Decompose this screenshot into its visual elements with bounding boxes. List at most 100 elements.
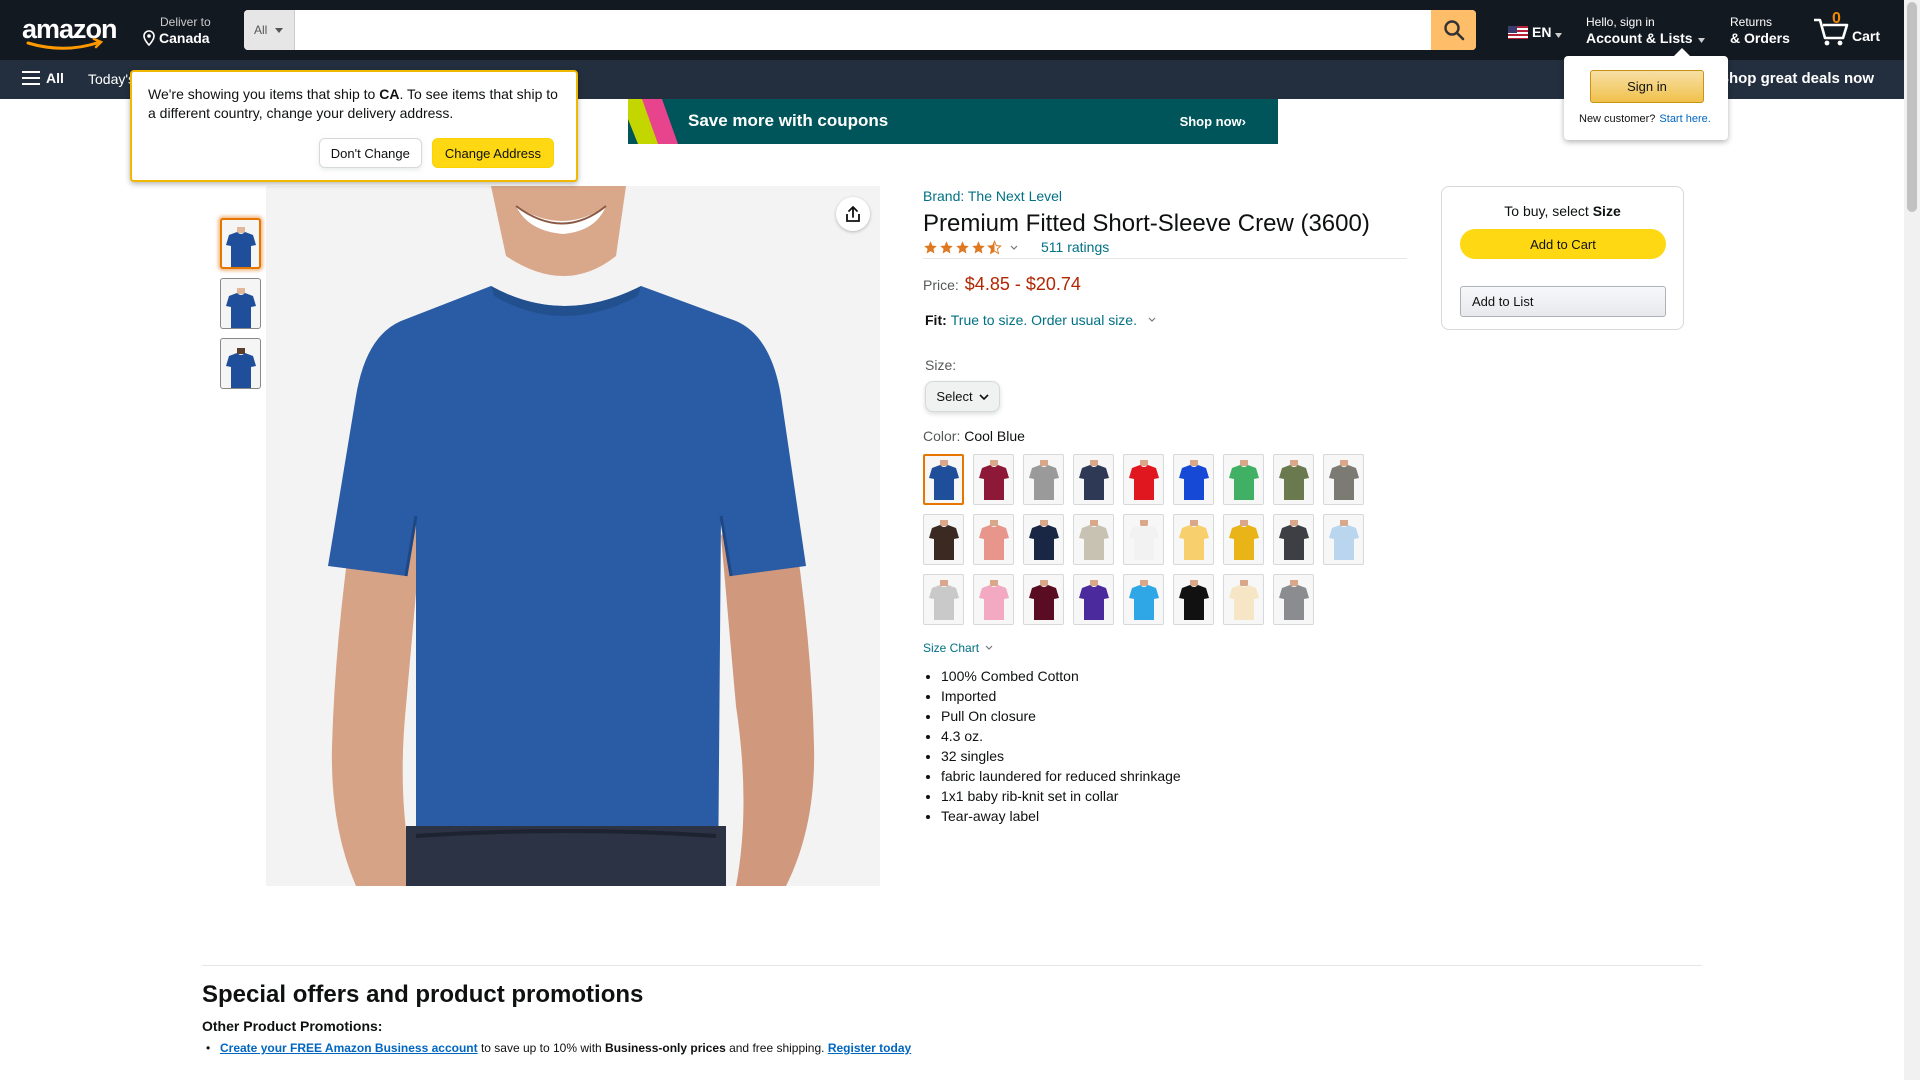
add-to-list-button[interactable]: Add to List <box>1460 286 1666 317</box>
hamburger-icon <box>22 71 40 85</box>
color-swatch[interactable] <box>1323 514 1364 565</box>
svg-text:amazon: amazon <box>22 14 117 44</box>
size-dropdown-value: Select <box>936 389 973 404</box>
add-to-cart-button[interactable]: Add to Cart <box>1460 229 1666 259</box>
search-category-dropdown[interactable]: All <box>244 10 295 50</box>
color-swatch[interactable] <box>1023 514 1064 565</box>
feature-bullet: 1x1 baby rib-knit set in collar <box>941 786 1181 806</box>
color-value: Cool Blue <box>964 428 1025 444</box>
color-swatch[interactable] <box>1273 574 1314 625</box>
cart-button[interactable]: 0 Cart <box>1812 10 1898 50</box>
feature-bullet: 32 singles <box>941 746 1181 766</box>
todays-deals-link[interactable]: Today's <box>88 71 135 87</box>
all-menu-button[interactable]: All <box>22 70 64 86</box>
all-menu-label: All <box>46 70 64 86</box>
color-swatch[interactable] <box>1273 454 1314 505</box>
color-swatch[interactable] <box>1223 514 1264 565</box>
feature-bullet: fabric laundered for reduced shrinkage <box>941 766 1181 786</box>
color-label: Color: Cool Blue <box>923 428 1025 444</box>
fit-value-link[interactable]: True to size. Order usual size. <box>951 312 1137 328</box>
tshirt-swatch-icon <box>978 579 1009 620</box>
returns-orders[interactable]: Returns & Orders <box>1730 15 1790 47</box>
main-product-image[interactable] <box>266 186 880 886</box>
color-swatch[interactable] <box>1173 574 1214 625</box>
color-swatch[interactable] <box>1023 454 1064 505</box>
language-selector[interactable]: EN <box>1508 24 1563 40</box>
size-dropdown[interactable]: Select <box>925 381 1000 412</box>
thumbnail-3[interactable] <box>220 338 261 389</box>
shop-deals-link[interactable]: Shop great deals now <box>1719 70 1874 87</box>
tshirt-swatch-icon <box>1228 519 1259 560</box>
promo-text-2: and free shipping. <box>725 1041 828 1055</box>
color-swatch[interactable] <box>923 574 964 625</box>
sign-in-button[interactable]: Sign in <box>1590 70 1704 103</box>
returns-label: Returns <box>1730 15 1773 29</box>
tshirt-swatch-icon <box>978 459 1009 500</box>
color-swatch[interactable] <box>1023 574 1064 625</box>
new-customer-label: New customer? <box>1579 113 1656 125</box>
buy-box-title-bold: Size <box>1592 203 1621 219</box>
chevron-down-icon <box>985 645 993 650</box>
image-thumbnails <box>220 218 261 398</box>
color-swatch[interactable] <box>1123 454 1164 505</box>
fit-row[interactable]: Fit: True to size. Order usual size. <box>925 312 1157 328</box>
color-swatch[interactable] <box>1073 574 1114 625</box>
orders-label: & Orders <box>1730 30 1790 46</box>
tshirt-swatch-icon <box>1128 579 1159 620</box>
scrollbar-thumb[interactable] <box>1907 2 1917 212</box>
star-rating[interactable] <box>923 239 1019 255</box>
color-swatch[interactable] <box>1223 454 1264 505</box>
new-customer-row: New customer? Start here. <box>1579 113 1711 125</box>
color-swatch[interactable] <box>1323 454 1364 505</box>
share-button[interactable] <box>836 197 870 231</box>
register-today-link[interactable]: Register today <box>828 1041 911 1055</box>
amazon-logo[interactable]: amazon <box>20 14 120 50</box>
coupon-banner[interactable]: Save more with coupons Shop now› <box>628 99 1278 144</box>
color-swatch[interactable] <box>1173 454 1214 505</box>
brand-link[interactable]: Brand: The Next Level <box>923 188 1062 204</box>
chevron-down-icon <box>978 393 989 400</box>
color-swatch[interactable] <box>1173 514 1214 565</box>
color-swatch[interactable] <box>1123 514 1164 565</box>
coupon-cta[interactable]: Shop now› <box>1180 114 1246 129</box>
tshirt-swatch-icon <box>928 459 959 500</box>
color-swatch[interactable] <box>1073 454 1114 505</box>
color-swatch[interactable] <box>923 454 964 505</box>
tshirt-thumbnail-icon <box>225 288 256 328</box>
ratings-count-link[interactable]: 511 ratings <box>1041 239 1109 255</box>
page-scrollbar[interactable] <box>1904 0 1920 1080</box>
dont-change-button[interactable]: Don't Change <box>318 138 422 168</box>
tshirt-model-image <box>266 186 880 886</box>
color-swatch[interactable] <box>973 574 1014 625</box>
tshirt-swatch-icon <box>1028 579 1059 620</box>
tshirt-swatch-icon <box>1278 459 1309 500</box>
tshirt-swatch-icon <box>1078 579 1109 620</box>
thumbnail-1[interactable] <box>220 218 261 269</box>
divider <box>202 965 1702 966</box>
tshirt-swatch-icon <box>1128 459 1159 500</box>
offers-subtitle: Other Product Promotions: <box>202 1018 383 1034</box>
account-menu[interactable]: Hello, sign in Account & Lists <box>1586 15 1705 47</box>
size-chart-link[interactable]: Size Chart <box>923 641 994 655</box>
chevron-down-icon <box>1148 317 1156 322</box>
deliver-to[interactable]: Deliver to Canada <box>142 15 211 47</box>
amazon-business-link[interactable]: Create your FREE Amazon Business account <box>220 1041 478 1055</box>
start-here-link[interactable]: Start here. <box>1659 113 1710 125</box>
thumbnail-2[interactable] <box>220 278 261 329</box>
color-swatch[interactable] <box>923 514 964 565</box>
us-flag-icon <box>1508 25 1528 39</box>
change-address-button[interactable]: Change Address <box>431 138 554 168</box>
location-pin-icon <box>143 30 155 46</box>
color-swatch[interactable] <box>973 514 1014 565</box>
color-swatch[interactable] <box>1073 514 1114 565</box>
buy-box-title-prefix: To buy, select <box>1504 203 1593 219</box>
search-input[interactable] <box>295 10 1431 50</box>
color-swatch[interactable] <box>1223 574 1264 625</box>
color-swatch[interactable] <box>1273 514 1314 565</box>
feature-bullet: Pull On closure <box>941 706 1181 726</box>
search-button[interactable] <box>1431 10 1476 50</box>
color-swatch[interactable] <box>1123 574 1164 625</box>
tshirt-swatch-icon <box>1178 579 1209 620</box>
color-swatch[interactable] <box>973 454 1014 505</box>
feature-bullet: 100% Combed Cotton <box>941 666 1181 686</box>
